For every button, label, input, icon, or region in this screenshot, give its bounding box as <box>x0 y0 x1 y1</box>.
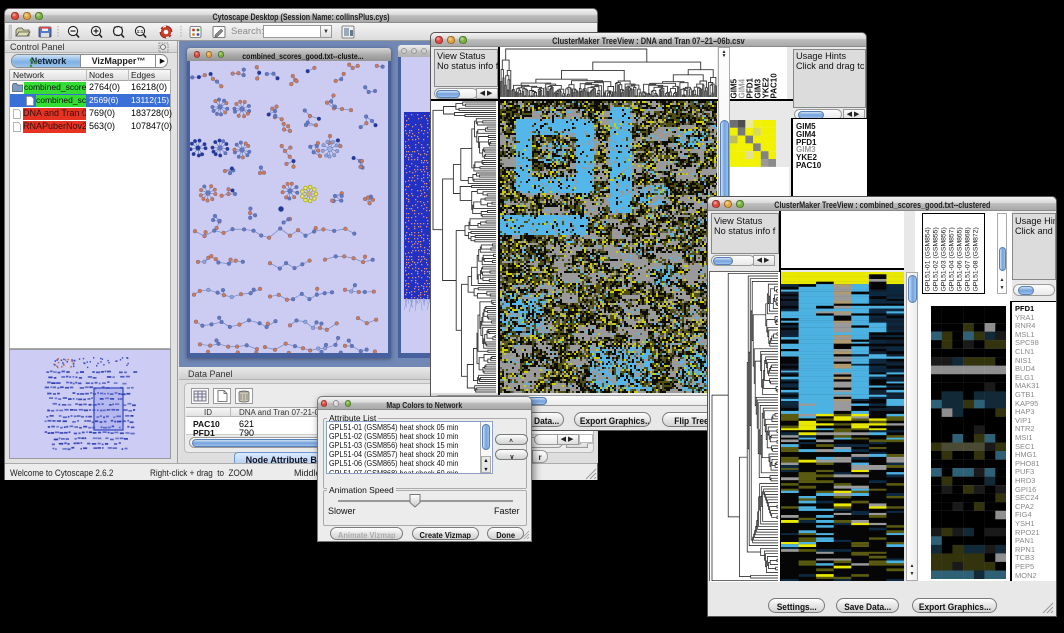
svg-text:1:1: 1:1 <box>137 29 144 34</box>
